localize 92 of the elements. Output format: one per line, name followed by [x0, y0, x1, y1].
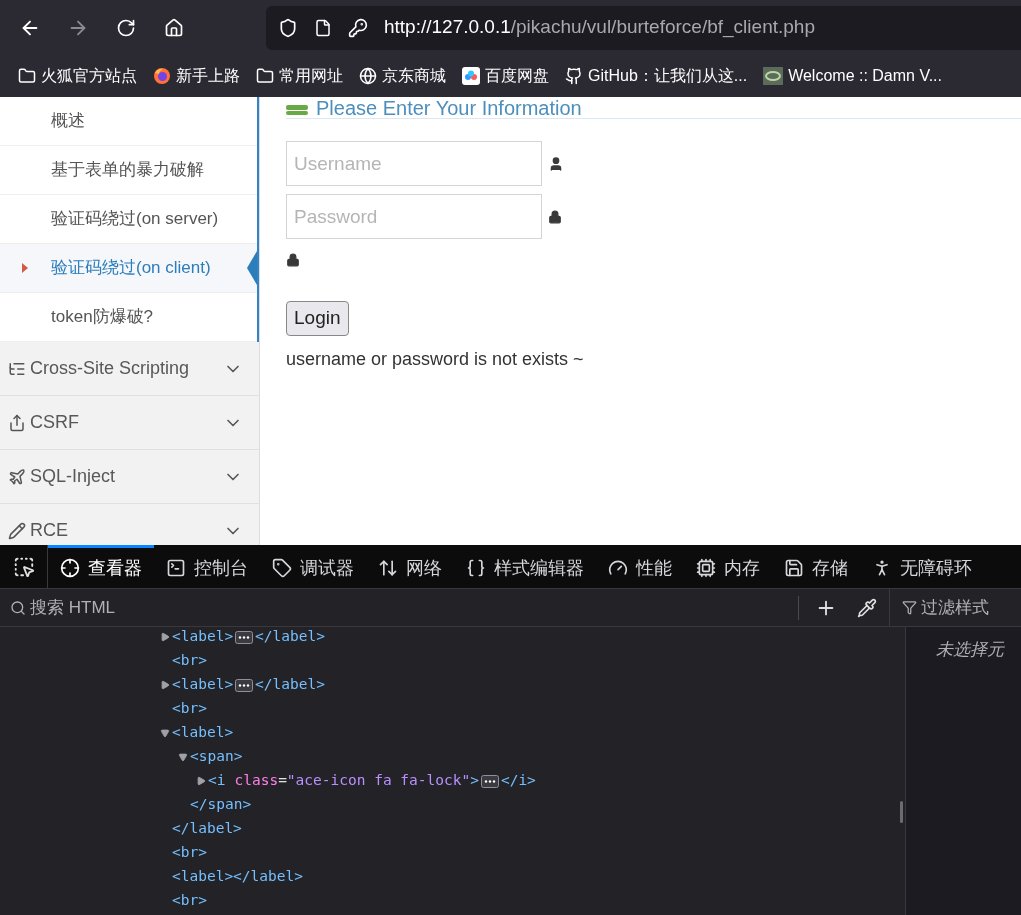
filter-styles-field[interactable]: 过滤样式: [921, 594, 1021, 621]
globe-icon: [359, 67, 377, 85]
gauge-icon: [608, 558, 628, 578]
devtools-tab[interactable]: 性能: [596, 545, 684, 588]
bookmark[interactable]: 百度网盘: [462, 64, 549, 88]
ellipsis-badge-icon[interactable]: [235, 630, 254, 644]
submenu-item[interactable]: token防爆破?: [0, 293, 257, 342]
storage-icon: [784, 558, 804, 578]
chip-icon: [696, 558, 716, 578]
address-bar[interactable]: http://127.0.0.1/pikachu/vul/burteforce/bf_client.php: [266, 5, 1021, 50]
collapsed-triangle-icon[interactable]: [160, 680, 170, 690]
bookmark[interactable]: 常用网址: [256, 64, 343, 88]
reload-icon: [116, 17, 136, 38]
collapsed-triangle-icon[interactable]: [196, 776, 206, 786]
eyedropper-button[interactable]: [857, 597, 877, 618]
markup-node[interactable]: <br>: [172, 890, 207, 912]
url-text: http://127.0.0.1/pikachu/vul/burteforce/bf_client.php: [384, 15, 815, 40]
caret-icon: [22, 263, 28, 273]
pencil-icon: [8, 521, 26, 540]
search-icon: [10, 599, 26, 616]
shield-icon: [278, 17, 298, 38]
braces-icon: [466, 558, 486, 578]
markup-tag-end: >: [470, 771, 479, 791]
password-field[interactable]: Password: [286, 194, 542, 239]
folder-icon: [18, 67, 36, 85]
submenu-item[interactable]: 验证码绕过(on client): [0, 244, 257, 293]
expanded-triangle-icon[interactable]: [160, 728, 170, 738]
tag-icon: [272, 558, 292, 578]
menu-section[interactable]: Cross-Site Scripting: [0, 342, 259, 396]
devtools-tab[interactable]: 样式编辑器: [454, 545, 596, 588]
bookmark[interactable]: GitHub：让我们从这...: [565, 64, 748, 88]
plane-icon: [8, 467, 26, 486]
lock-icon: [286, 253, 300, 267]
markup-open-tag[interactable]: <span>: [190, 746, 243, 768]
ellipsis-badge-icon[interactable]: [480, 774, 499, 788]
menu-section[interactable]: SQL-Inject: [0, 450, 259, 504]
ring-icon: [763, 67, 784, 85]
frame-icon: [60, 558, 80, 578]
markup-open-tag[interactable]: <i: [208, 770, 226, 792]
markup-close-tag[interactable]: </label>: [172, 818, 242, 840]
markup-node[interactable]: <br>: [172, 650, 207, 672]
terminal-icon: [166, 558, 186, 578]
markup-node[interactable]: <br>: [172, 842, 207, 864]
devtools-tab[interactable]: 调试器: [260, 545, 366, 588]
user-icon: [548, 155, 564, 172]
expanded-triangle-icon[interactable]: [178, 752, 188, 762]
login-button[interactable]: Login: [286, 301, 349, 336]
menu-section[interactable]: CSRF: [0, 396, 259, 450]
empty-rules-text: 未选择元: [936, 640, 1004, 659]
up-down-arrows-icon: [378, 558, 398, 578]
equals-sign: =: [278, 771, 287, 791]
markup-close-tag[interactable]: </label>: [255, 627, 325, 648]
markup-close-tag[interactable]: </span>: [190, 794, 252, 816]
page-heading: Please Enter Your Information: [316, 97, 582, 118]
submenu-item[interactable]: 基于表单的暴力破解: [0, 146, 257, 195]
markup-open-tag[interactable]: <label>: [172, 722, 234, 744]
devtools-tab[interactable]: 存储: [772, 545, 860, 588]
filter-icon: [902, 600, 917, 615]
attribute-value: "ace-icon fa fa-lock": [286, 771, 471, 791]
home-icon: [164, 17, 184, 38]
markup-node[interactable]: <label></label>: [172, 866, 303, 888]
page-icon: [314, 18, 332, 37]
markup-open-tag[interactable]: <label>: [172, 674, 234, 696]
key-icon: [348, 17, 368, 38]
collapsed-triangle-icon[interactable]: [160, 632, 170, 642]
lock-icon: [548, 209, 562, 224]
fox-globe-icon: [153, 67, 171, 85]
devtools-tab[interactable]: 内存: [684, 545, 772, 588]
cat-icon: [565, 67, 583, 85]
search-html-field[interactable]: 搜索 HTML: [30, 594, 782, 621]
devtools-tab[interactable]: 网络: [366, 545, 454, 588]
cloud-icon: [462, 67, 480, 85]
bookmark[interactable]: Welcome :: Damn V...: [763, 64, 942, 88]
markup-node[interactable]: <br>: [172, 698, 207, 720]
ellipsis-badge-icon[interactable]: [235, 678, 254, 692]
error-message: username or password is not exists ~: [286, 348, 585, 371]
devtools-tab[interactable]: 无障碍环: [860, 545, 984, 588]
submenu-item[interactable]: 概述: [0, 97, 257, 146]
devtools-tab[interactable]: 查看器: [48, 545, 154, 588]
devtools-tab[interactable]: 控制台: [154, 545, 260, 588]
picker-icon: [12, 555, 35, 578]
eyedropper-icon: [857, 597, 877, 618]
bookmark[interactable]: 火狐官方站点: [18, 64, 137, 88]
folder-icon: [256, 67, 274, 85]
markup-close-tag[interactable]: </label>: [255, 674, 325, 696]
bookmark[interactable]: 京东商城: [359, 64, 446, 88]
username-field[interactable]: Username: [286, 141, 542, 186]
share-icon: [8, 413, 26, 432]
markup-open-tag[interactable]: <label>: [172, 627, 234, 648]
attribute-name: class: [234, 771, 279, 791]
bookmark[interactable]: 新手上路: [153, 64, 240, 88]
markup-close-tag[interactable]: </i>: [500, 770, 536, 792]
